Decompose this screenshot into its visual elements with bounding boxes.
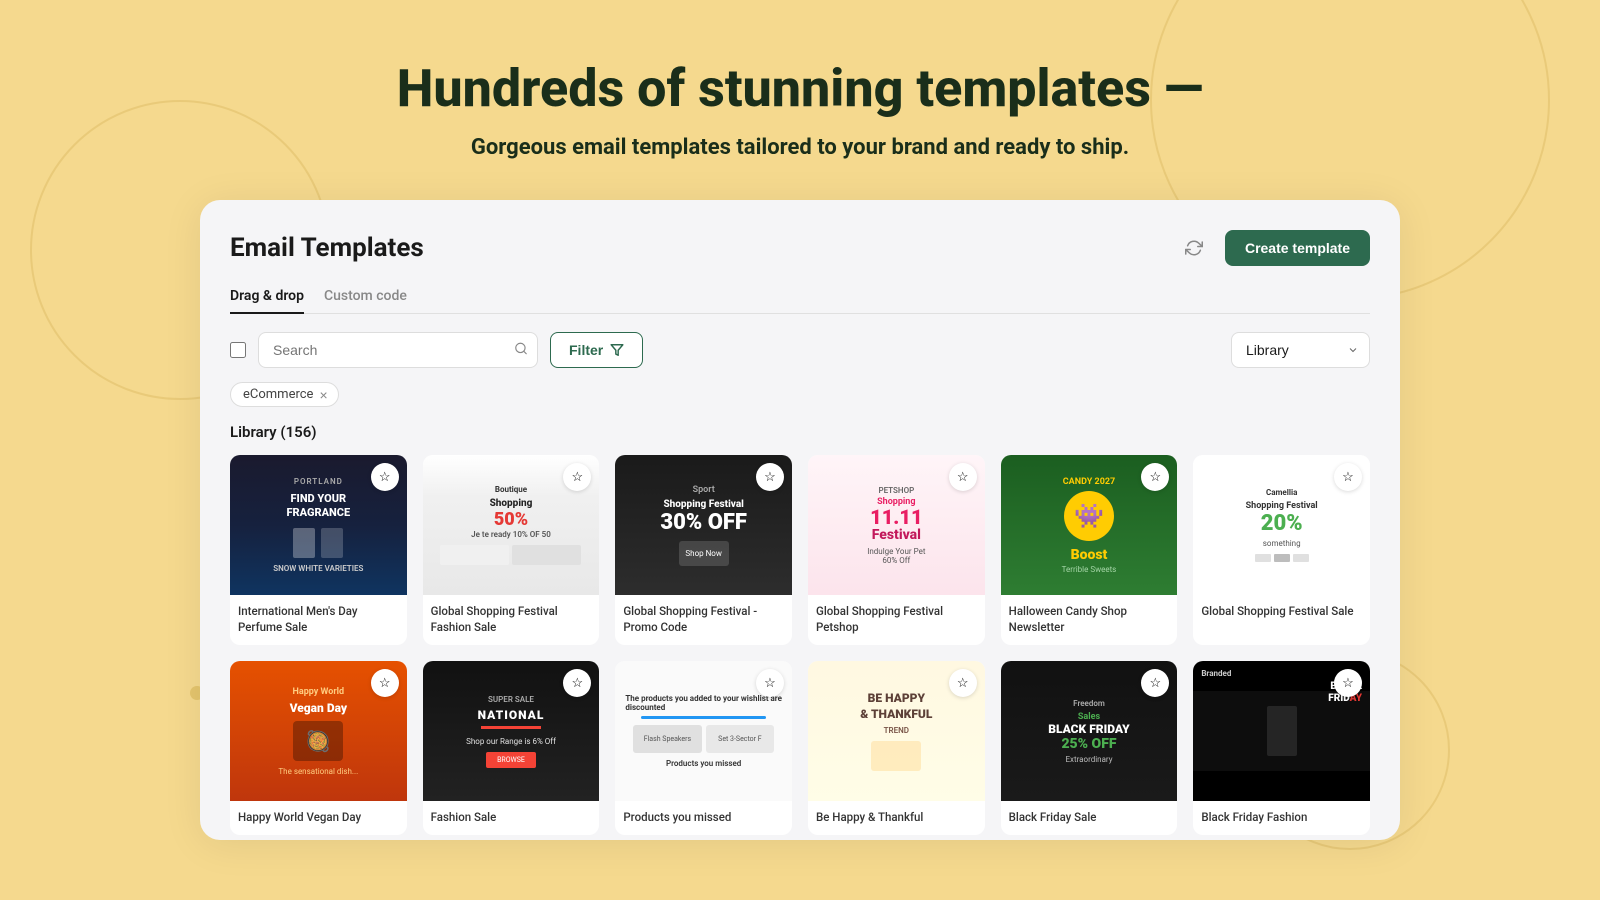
- favorite-button[interactable]: ☆: [756, 463, 784, 491]
- card-header: Email Templates Create template: [230, 230, 1370, 266]
- filter-icon: [610, 343, 624, 357]
- template-card[interactable]: Boutique Shopping 50% Je te ready 10% OF…: [423, 455, 600, 645]
- template-card[interactable]: Camellia Shopping Festival 20% something…: [1193, 455, 1370, 645]
- template-card[interactable]: Freedom Sales BLACK FRIDAY 25% OFF Extra…: [1001, 661, 1178, 835]
- filter-button[interactable]: Filter: [550, 332, 643, 368]
- favorite-button[interactable]: ☆: [1334, 463, 1362, 491]
- hero-title: Hundreds of stunning templates —: [20, 60, 1580, 117]
- filter-tag-remove-ecommerce[interactable]: ×: [319, 388, 327, 402]
- favorite-button[interactable]: ☆: [371, 463, 399, 491]
- hero-subtitle: Gorgeous email templates tailored to you…: [20, 135, 1580, 160]
- template-name: Black Friday Sale: [1001, 801, 1178, 835]
- template-name: Global Shopping Festival Petshop: [808, 595, 985, 645]
- template-card[interactable]: Sport Shopping Festival 30% OFF Shop Now…: [615, 455, 792, 645]
- template-name: Happy World Vegan Day: [230, 801, 407, 835]
- template-card[interactable]: SUPER SALE NATIONAL Shop our Range is 6%…: [423, 661, 600, 835]
- templates-grid: PORTLAND FIND YOURFRAGRANCE SNOW WHITE V…: [230, 455, 1370, 835]
- search-input[interactable]: [258, 332, 538, 368]
- template-card[interactable]: Branded BLACKFRIDAY ☆ Black Friday Fashi…: [1193, 661, 1370, 835]
- header-actions: Create template: [1177, 230, 1370, 266]
- filter-label: Filter: [569, 342, 603, 358]
- template-card[interactable]: BE HAPPY& THANKFUL TREND ☆ Be Happy & Th…: [808, 661, 985, 835]
- select-all-checkbox[interactable]: [230, 342, 246, 358]
- favorite-button[interactable]: ☆: [949, 669, 977, 697]
- template-name: Halloween Candy Shop Newsletter: [1001, 595, 1178, 645]
- favorite-button[interactable]: ☆: [949, 463, 977, 491]
- hero-section: Hundreds of stunning templates — Gorgeou…: [0, 0, 1600, 190]
- template-name: Global Shopping Festival - Promo Code: [615, 595, 792, 645]
- tabs-bar: Drag & drop Custom code: [230, 280, 1370, 314]
- template-name: Products you missed: [615, 801, 792, 835]
- template-name: Black Friday Fashion: [1193, 801, 1370, 835]
- toolbar: Filter Library My Templates: [230, 332, 1370, 368]
- template-card[interactable]: The products you added to your wishlist …: [615, 661, 792, 835]
- template-card[interactable]: PETSHOP Shopping 11.11 Festival Indulge …: [808, 455, 985, 645]
- template-name: Global Shopping Festival Fashion Sale: [423, 595, 600, 645]
- template-name: Fashion Sale: [423, 801, 600, 835]
- library-select[interactable]: Library My Templates: [1231, 332, 1370, 368]
- template-name: Be Happy & Thankful: [808, 801, 985, 835]
- card-title: Email Templates: [230, 233, 424, 263]
- template-card[interactable]: Happy World Vegan Day 🥘 The sensational …: [230, 661, 407, 835]
- template-card[interactable]: PORTLAND FIND YOURFRAGRANCE SNOW WHITE V…: [230, 455, 407, 645]
- template-name: Global Shopping Festival Sale: [1193, 595, 1370, 629]
- refresh-button[interactable]: [1177, 231, 1211, 265]
- template-name: International Men's Day Perfume Sale: [230, 595, 407, 645]
- filter-tag-ecommerce: eCommerce ×: [230, 382, 339, 407]
- tab-custom-code[interactable]: Custom code: [324, 280, 407, 314]
- search-input-wrapper: [258, 332, 538, 368]
- filter-tags: eCommerce ×: [230, 382, 1370, 407]
- section-title: Library (156): [230, 423, 1370, 441]
- create-template-button[interactable]: Create template: [1225, 230, 1370, 266]
- tab-drag-drop[interactable]: Drag & drop: [230, 280, 304, 314]
- template-card[interactable]: CANDY 2027 👾 Boost Terrible Sweets ☆ Hal…: [1001, 455, 1178, 645]
- filter-tag-label: eCommerce: [243, 387, 313, 402]
- search-icon-button[interactable]: [514, 342, 528, 359]
- favorite-button[interactable]: ☆: [371, 669, 399, 697]
- main-card: Email Templates Create template Drag & d…: [200, 200, 1400, 840]
